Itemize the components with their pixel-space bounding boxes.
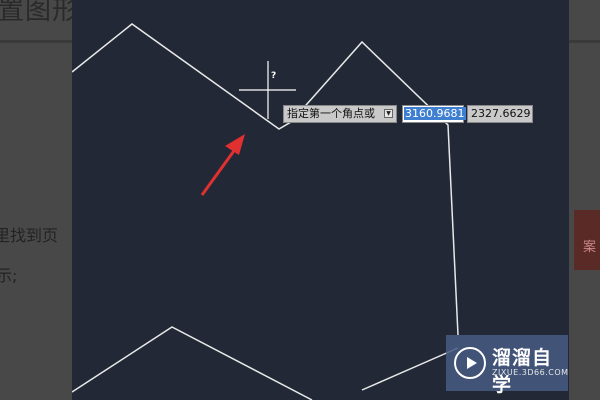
cursor-question-icon: ? [271,71,277,81]
red-arrow-icon [200,134,245,196]
coordinate-x-input[interactable]: 3160.9681 [402,105,466,123]
coordinate-y-input[interactable]: 2327.6629 [467,105,533,123]
prompt-dropdown-icon[interactable]: ▼ [384,109,393,118]
coordinate-x-value: 3160.9681 [404,107,466,120]
command-prompt[interactable]: 指定第一个角点或 ▼ [283,105,397,123]
polyline-top[interactable] [72,23,459,336]
polyline-bottom-right[interactable] [361,347,459,391]
watermark-url: ZIXUE.3D66.COM [492,368,569,377]
command-prompt-label: 指定第一个角点或 [287,107,375,120]
background-side-char: 案 [583,240,597,255]
background-title: 置图形 [0,0,80,26]
background-text-line-1: 里找到页 [0,226,59,245]
watermark-badge: 溜溜自学 ZIXUE.3D66.COM [446,335,569,396]
background-text-line-2: 示; [0,266,18,285]
polyline-bottom[interactable] [72,326,313,400]
play-logo-icon [454,347,486,379]
